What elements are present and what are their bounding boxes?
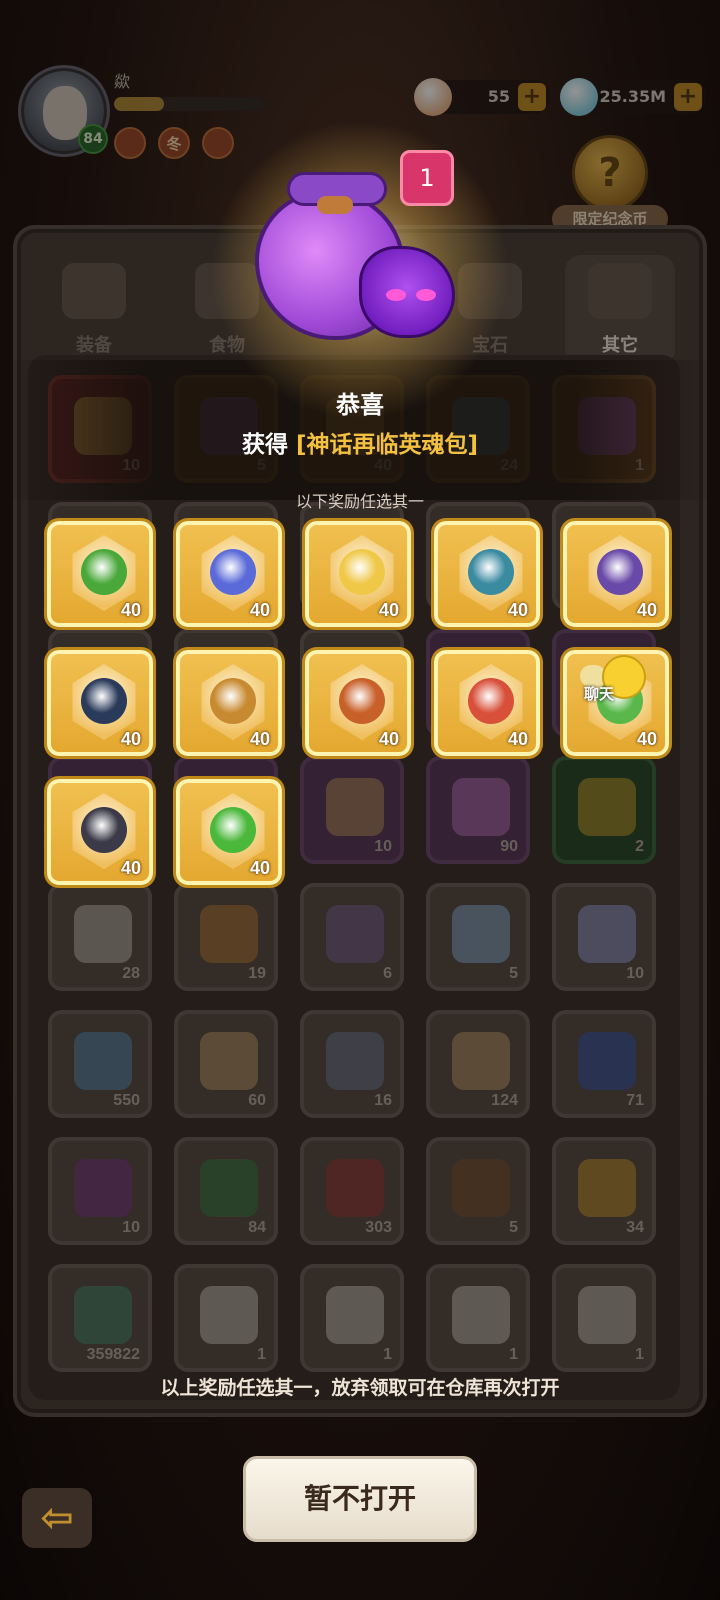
popup-title: 恭喜 [336, 391, 384, 419]
hero-portrait-icon [597, 549, 643, 595]
hero-portrait-icon [468, 678, 514, 724]
hero-soul-reward-option[interactable]: 40 [176, 779, 282, 885]
not-open-now-button[interactable]: 暂不打开 [243, 1456, 477, 1542]
reward-count: 40 [120, 858, 141, 878]
chat-button[interactable]: 聊天 [580, 655, 652, 707]
hero-portrait-icon [339, 678, 385, 724]
ghost-eye [386, 289, 406, 301]
chat-label: 聊天 [584, 685, 615, 703]
bag-knot [317, 196, 353, 214]
hero-soul-reward-option[interactable]: 40 [176, 521, 282, 627]
hero-portrait-icon [81, 807, 127, 853]
reward-count: 40 [249, 729, 270, 749]
hero-soul-reward-option[interactable]: 40 [434, 650, 540, 756]
hero-portrait-icon [468, 549, 514, 595]
reward-count: 40 [249, 858, 270, 878]
reward-count: 40 [636, 729, 657, 749]
hero-soul-reward-option[interactable]: 40 [47, 650, 153, 756]
reward-count: 40 [249, 600, 270, 620]
hero-portrait-icon [339, 549, 385, 595]
ghost-eye [416, 289, 436, 301]
reward-count: 40 [636, 600, 657, 620]
reward-count: 40 [120, 600, 141, 620]
hero-soul-reward-option[interactable]: 40 [305, 650, 411, 756]
obtained-prefix: 获得 [241, 432, 288, 458]
hero-portrait-icon [81, 549, 127, 595]
hero-soul-reward-option[interactable]: 40 [305, 521, 411, 627]
reward-count: 40 [378, 600, 399, 620]
hero-soul-reward-option[interactable]: 40 [47, 521, 153, 627]
reward-count: 40 [507, 729, 528, 749]
choose-one-hint: 以下奖励任选其一 [295, 492, 424, 511]
footer-note: 以上奖励任选其一，放弃领取可在仓库再次打开 [160, 1377, 560, 1399]
obtained-line: 获得 [神话再临英魂包] [0, 425, 720, 459]
hero-soul-reward-option[interactable]: 40 [47, 779, 153, 885]
bag-quantity-badge: 1 [400, 150, 454, 206]
reward-count: 40 [120, 729, 141, 749]
hero-soul-reward-option[interactable]: 40 [434, 521, 540, 627]
hero-soul-reward-option[interactable]: 40 [563, 521, 669, 627]
hero-portrait-icon [210, 678, 256, 724]
hero-soul-reward-option[interactable]: 40 [176, 650, 282, 756]
hero-portrait-icon [210, 807, 256, 853]
reward-count: 40 [507, 600, 528, 620]
hero-portrait-icon [81, 678, 127, 724]
back-arrow-icon[interactable]: ⇦ [22, 1488, 92, 1548]
hero-portrait-icon [210, 549, 256, 595]
reward-count: 40 [378, 729, 399, 749]
obtained-item-name: [神话再临英魂包] [295, 432, 479, 458]
ghost-icon [359, 246, 455, 338]
